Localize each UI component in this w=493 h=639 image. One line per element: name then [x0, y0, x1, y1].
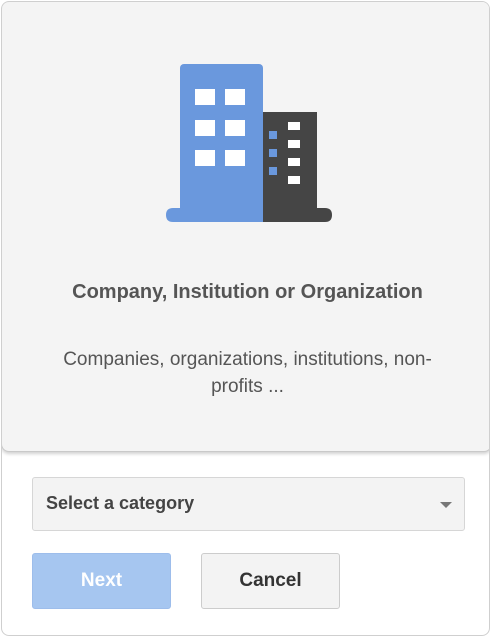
cancel-button[interactable]: Cancel	[201, 553, 340, 609]
category-select[interactable]: Select a category	[32, 477, 465, 531]
category-card[interactable]: Company, Institution or Organization Com…	[2, 2, 489, 452]
dialog-container: Company, Institution or Organization Com…	[1, 1, 490, 636]
next-button[interactable]: Next	[32, 553, 171, 609]
chevron-down-icon	[440, 502, 452, 508]
card-title: Company, Institution or Organization	[72, 281, 423, 303]
card-description: Companies, organizations, institutions, …	[63, 349, 432, 397]
building-icon	[165, 64, 333, 224]
category-select-value: Select a category	[46, 493, 195, 513]
